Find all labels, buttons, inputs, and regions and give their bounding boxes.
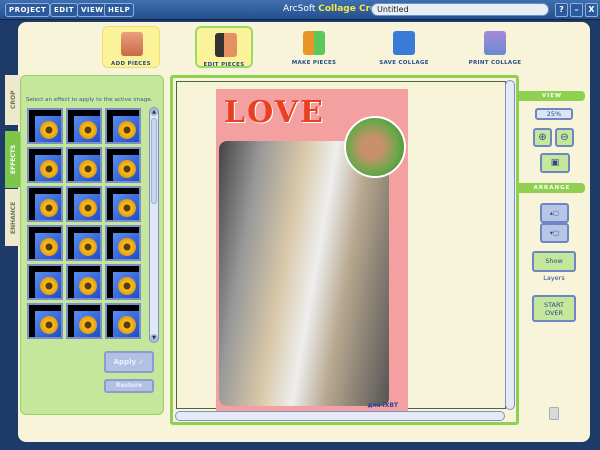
bring-forward-button[interactable]: ▴▢ [540, 203, 569, 223]
effects-hint: Select an effect to apply to the active … [26, 97, 153, 103]
make-pieces-label: MAKE PIECES [291, 60, 337, 66]
fit-to-window-button[interactable]: ▣ [540, 153, 570, 173]
sunflower-icon [79, 199, 97, 217]
photo-woman[interactable] [219, 141, 389, 406]
print-collage-button[interactable]: PRINT COLLAGE [466, 26, 524, 68]
effect-thumbnail[interactable] [27, 264, 63, 300]
effects-grid [27, 108, 141, 339]
effect-thumbnail[interactable] [105, 264, 141, 300]
sunflower-icon [118, 199, 136, 217]
sunflower-icon [79, 160, 97, 178]
photo-man[interactable] [344, 116, 406, 178]
scroll-down-button[interactable]: ▼ [150, 334, 158, 342]
effect-thumbnail[interactable] [105, 303, 141, 339]
collage-canvas: LOVE для iXBT [170, 75, 519, 425]
effect-thumbnail[interactable] [66, 186, 102, 222]
zoom-level: 25% [535, 108, 573, 120]
effect-thumbnail[interactable] [27, 186, 63, 222]
sunflower-icon [118, 277, 136, 295]
menu-project[interactable]: PROJECT [5, 3, 51, 17]
effect-thumbnail[interactable] [27, 147, 63, 183]
effect-thumbnail[interactable] [66, 108, 102, 144]
effect-thumbnail[interactable] [27, 108, 63, 144]
floppy-disk-icon [393, 31, 415, 55]
show-layers-button[interactable]: Show Layers [532, 251, 576, 282]
effect-thumbnail[interactable] [66, 264, 102, 300]
collage-page[interactable]: LOVE для iXBT [216, 89, 408, 412]
restore-button[interactable]: Restore [104, 379, 154, 393]
sunflower-icon [118, 316, 136, 334]
title-bar: PROJECT EDIT VIEW HELP ArcSoft Collage C… [0, 0, 600, 20]
scroll-up-button[interactable]: ▲ [150, 108, 158, 116]
print-collage-label: PRINT COLLAGE [468, 60, 522, 66]
effect-thumbnail[interactable] [105, 225, 141, 261]
scissors-icon [215, 33, 237, 57]
trash-icon[interactable] [549, 407, 559, 420]
canvas-vertical-scrollbar[interactable] [505, 80, 515, 410]
apply-button[interactable]: Apply ✓ [104, 351, 154, 373]
menu-view[interactable]: VIEW [77, 3, 108, 17]
view-header: VIEW [519, 91, 585, 101]
effects-scrollbar[interactable]: ▲ ▼ [149, 107, 159, 343]
effect-thumbnail[interactable] [105, 108, 141, 144]
add-pieces-icon [121, 32, 143, 56]
document-name-field[interactable]: Untitled [371, 3, 549, 16]
edit-pieces-button[interactable]: EDIT PIECES [195, 26, 253, 68]
send-backward-button[interactable]: ▾▢ [540, 223, 569, 243]
start-over-button[interactable]: START OVER [532, 295, 576, 322]
canvas-horizontal-scrollbar[interactable] [175, 411, 505, 421]
sunflower-icon [118, 238, 136, 256]
make-pieces-button[interactable]: MAKE PIECES [285, 26, 343, 68]
effect-thumbnail[interactable] [105, 147, 141, 183]
save-collage-label: SAVE COLLAGE [379, 60, 429, 66]
arrange-header: ARRANGE [519, 183, 585, 193]
zoom-out-button[interactable]: ⊖ [555, 128, 574, 147]
sunflower-icon [79, 277, 97, 295]
printer-icon [484, 31, 506, 55]
effect-thumbnail[interactable] [66, 147, 102, 183]
menu-help[interactable]: HELP [104, 3, 135, 17]
love-title[interactable]: LOVE [224, 95, 325, 130]
scroll-thumb[interactable] [151, 118, 157, 204]
sunflower-icon [118, 160, 136, 178]
watermark: для iXBT [367, 402, 398, 409]
menu-edit[interactable]: EDIT [50, 3, 78, 17]
sunflower-icon [40, 121, 58, 139]
effect-thumbnail[interactable] [27, 303, 63, 339]
add-pieces-label: ADD PIECES [111, 61, 151, 67]
canvas-area[interactable]: LOVE для iXBT [176, 81, 506, 412]
sunflower-icon [40, 238, 58, 256]
effect-thumbnail[interactable] [27, 225, 63, 261]
help-button[interactable]: ? [555, 3, 568, 17]
effect-thumbnail[interactable] [105, 186, 141, 222]
effects-panel: Select an effect to apply to the active … [20, 75, 164, 415]
close-button[interactable]: X [585, 3, 598, 17]
effect-thumbnail[interactable] [66, 225, 102, 261]
sunflower-icon [40, 316, 58, 334]
zoom-in-button[interactable]: ⊕ [533, 128, 552, 147]
make-pieces-icon [303, 31, 325, 55]
sunflower-icon [40, 199, 58, 217]
sunflower-icon [79, 121, 97, 139]
sunflower-icon [40, 277, 58, 295]
effect-thumbnail[interactable] [66, 303, 102, 339]
sunflower-icon [118, 121, 136, 139]
edit-pieces-label: EDIT PIECES [203, 62, 245, 68]
sunflower-icon [79, 316, 97, 334]
sunflower-icon [40, 160, 58, 178]
sunflower-icon [79, 238, 97, 256]
save-collage-button[interactable]: SAVE COLLAGE [375, 26, 433, 68]
brand: ArcSoft [283, 4, 316, 14]
minimize-button[interactable]: – [570, 3, 583, 17]
add-pieces-button[interactable]: ADD PIECES [102, 26, 160, 68]
